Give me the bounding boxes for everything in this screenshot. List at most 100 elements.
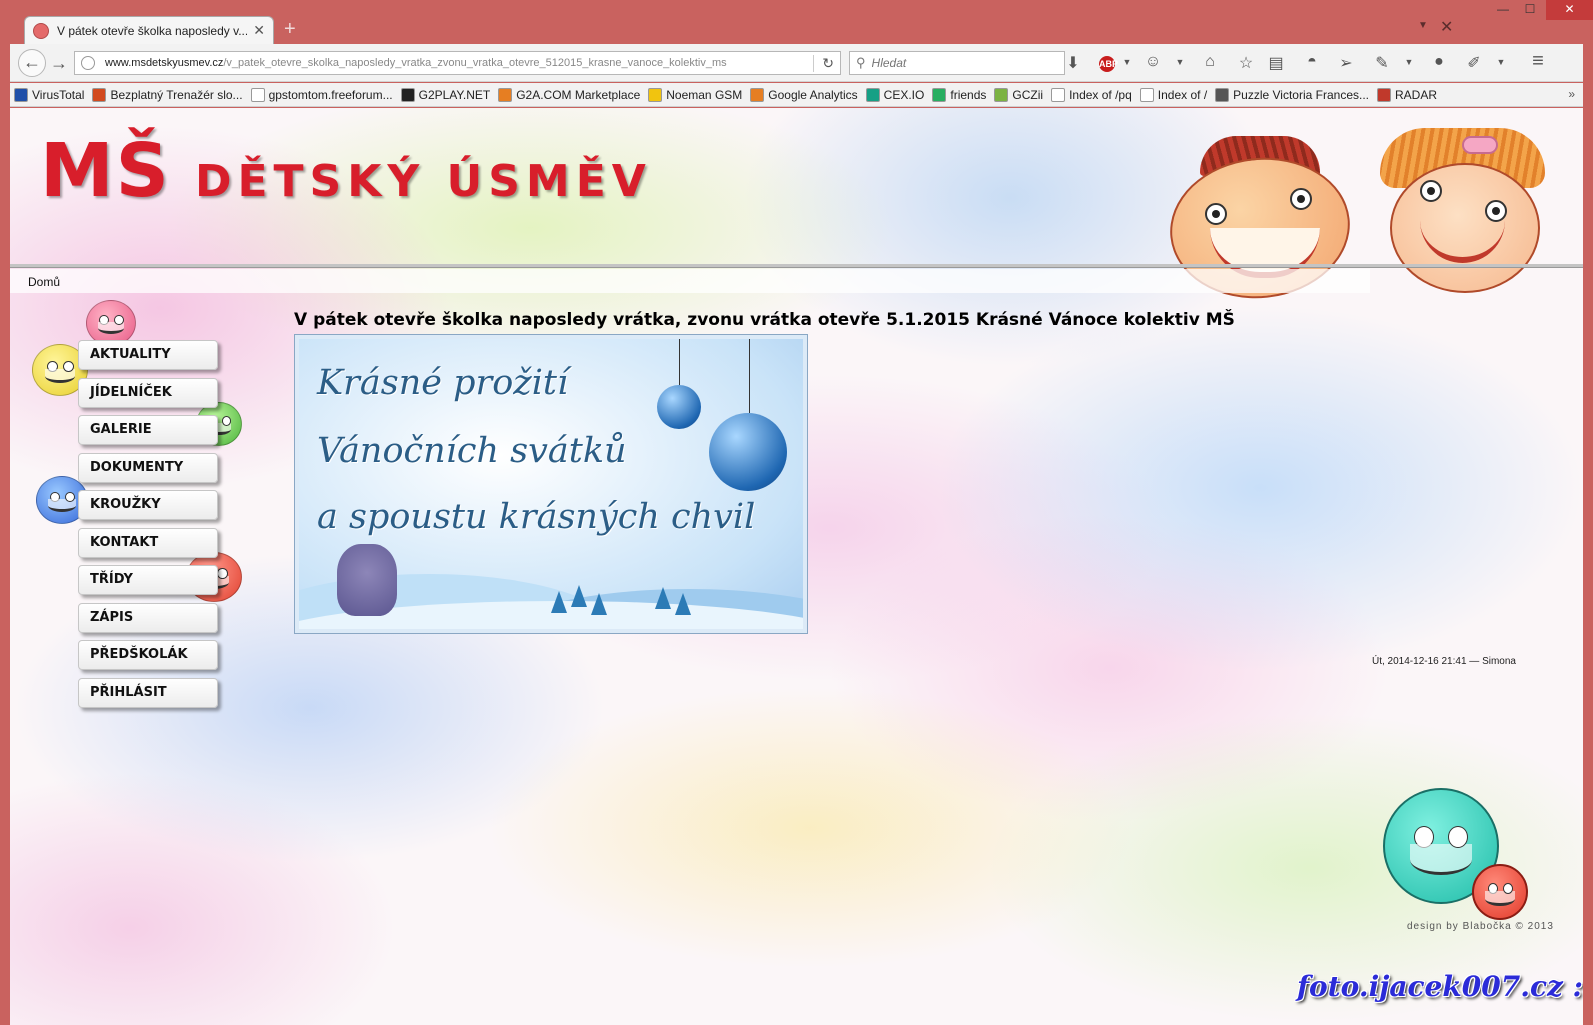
girl-left-eye [1420, 180, 1442, 202]
bookmark-label: Puzzle Victoria Frances... [1233, 87, 1369, 102]
site-identity-icon[interactable] [81, 56, 95, 70]
home-icon[interactable]: ⌂ [1199, 53, 1221, 71]
bookmark-item[interactable]: VirusTotal [14, 87, 84, 102]
tree-icon [551, 591, 567, 613]
menu-item-prihlasit[interactable]: PŘIHLÁSIT [78, 677, 218, 708]
g2a-icon [498, 87, 513, 102]
close-window-icon[interactable]: ✕ [1546, 0, 1593, 20]
pocket-icon[interactable]: ◓ [1301, 53, 1323, 71]
tab-title: V pátek otevře školka naposledy v... [57, 23, 248, 38]
bookmarks-toolbar: VirusTotal Bezplatný Trenažér slo... gpsto… [10, 83, 1583, 107]
bookmark-item[interactable]: gpstomtom.freeforum... [250, 87, 393, 102]
breadcrumb-home-link[interactable]: Domů [28, 275, 60, 289]
side-menu: AKTUALITY JÍDELNÍČEK GALERIE DOKUMENTY K… [78, 340, 248, 715]
bookmark-item[interactable]: friends [932, 87, 987, 102]
addon-tool-icon[interactable]: ✎ [1371, 53, 1393, 73]
radar-icon [1377, 87, 1391, 102]
menu-item-dokumenty[interactable]: DOKUMENTY [78, 452, 218, 483]
virustotal-icon [14, 87, 28, 102]
menu-item-aktuality[interactable]: AKTUALITY [78, 340, 218, 370]
title-bar: V pátek otevře školka naposledy v... ✕ +… [0, 0, 1593, 44]
bookmark-label: friends [950, 87, 987, 102]
back-button[interactable]: ← [18, 49, 46, 77]
close-window-x-icon[interactable]: ✕ [1440, 17, 1453, 37]
header-divider [10, 264, 1583, 268]
card-line-2: Vánočních svátků [317, 431, 627, 471]
trainer-icon [92, 87, 107, 102]
card-line-1: Krásné prožití [317, 363, 569, 403]
article-title: V pátek otevře školka naposledy vrátka, … [294, 310, 1235, 330]
menu-item-tridy[interactable]: TŘÍDY [78, 565, 218, 595]
site-title-ms: MŠ [40, 128, 171, 214]
site-favicon-icon [33, 22, 49, 39]
gczii-icon [994, 87, 1009, 102]
addon-tool-dropdown-icon[interactable]: ▼ [1398, 57, 1420, 67]
page-icon [1139, 87, 1154, 102]
menu-item-predskolak[interactable]: PŘEDŠKOLÁK [78, 640, 218, 670]
addon-face-icon[interactable]: ☺ [1142, 53, 1164, 71]
girl-bow [1462, 136, 1498, 154]
adblock-dropdown-icon[interactable]: ▼ [1116, 57, 1138, 67]
bookmark-item[interactable]: CEX.IO [865, 87, 925, 102]
paint-icon[interactable]: ✐ [1463, 53, 1485, 73]
search-input[interactable] [871, 56, 1052, 70]
card-line-3: a spoustu krásných chvil [317, 497, 756, 537]
addon-dropdown-icon[interactable]: ▼ [1169, 57, 1191, 67]
menu-item-jidelnicek[interactable]: JÍDELNÍČEK [78, 377, 218, 408]
bookmark-item[interactable]: Google Analytics [750, 87, 858, 102]
bookmark-item[interactable]: G2PLAY.NET [400, 87, 491, 102]
bookmark-label: Bezplatný Trenažér slo... [110, 87, 243, 102]
bookmark-item[interactable]: Index of /pq [1051, 87, 1132, 102]
bookmark-label: GCZii [1012, 87, 1044, 102]
list-tabs-icon[interactable]: ▼ [1418, 20, 1428, 31]
browser-tab[interactable]: V pátek otevře školka naposledy v... ✕ [24, 16, 274, 44]
forward-button[interactable]: → [50, 53, 68, 74]
reload-icon[interactable]: ↻ [813, 54, 834, 72]
close-tab-icon[interactable]: ✕ [253, 22, 265, 39]
photo-watermark: foto.ijacek007.cz :-) [1297, 970, 1583, 1003]
post-meta: Út, 2014-12-16 21:41 — Simona [1372, 656, 1516, 667]
bookmark-item[interactable]: GCZii [994, 87, 1044, 102]
bookmark-item[interactable]: Puzzle Victoria Frances... [1215, 87, 1369, 102]
bookmark-item[interactable]: G2A.COM Marketplace [498, 87, 640, 102]
design-credit: design by Blabočka © 2013 [1407, 921, 1554, 932]
url-path: /v_patek_otevre_skolka_naposledy_vratka_… [223, 57, 727, 69]
cex-icon [865, 87, 880, 102]
menu-item-krouzky[interactable]: KROUŽKY [78, 490, 218, 520]
hamburger-menu-icon[interactable]: ≡ [1527, 50, 1549, 73]
ornament-string [749, 339, 750, 413]
tree-icon [571, 585, 587, 607]
download-icon[interactable]: ⬇ [1062, 53, 1084, 73]
site-logo[interactable]: MŠ DĚTSKÝ ÚSMĚV [40, 128, 652, 214]
red-smiley-icon [1472, 864, 1528, 920]
new-tab-button[interactable]: + [284, 18, 296, 41]
adblock-icon[interactable]: ABP [1099, 56, 1118, 72]
g2play-icon [400, 87, 415, 102]
bookmark-item[interactable]: Bezplatný Trenažér slo... [92, 87, 243, 102]
bookmarks-overflow-icon[interactable]: » [1568, 87, 1575, 101]
bookmark-label: G2PLAY.NET [418, 87, 491, 102]
ornament-string [679, 339, 680, 387]
tree-icon [675, 593, 691, 615]
send-icon[interactable]: ➢ [1335, 53, 1357, 73]
url-bar[interactable]: www.msdetskyusmev.cz/v_patek_otevre_skol… [74, 51, 841, 75]
bookmark-item[interactable]: Noeman GSM [648, 87, 742, 102]
bookmark-item[interactable]: RADAR [1377, 87, 1437, 102]
menu-item-kontakt[interactable]: KONTAKT [78, 527, 218, 558]
small-ornament-icon [657, 385, 701, 429]
menu-item-zapis[interactable]: ZÁPIS [78, 602, 218, 633]
search-bar[interactable]: ⚲ [849, 51, 1065, 75]
paint-dropdown-icon[interactable]: ▼ [1490, 57, 1512, 67]
bookmark-star-icon[interactable]: ☆ [1235, 53, 1257, 73]
bookmark-label: CEX.IO [883, 87, 925, 102]
site-title-name: DĚTSKÝ ÚSMĚV [194, 156, 652, 207]
url-text[interactable]: www.msdetskyusmev.cz/v_patek_otevre_skol… [105, 57, 813, 69]
christmas-card-image: Krásné prožití Vánočních svátků a spoust… [294, 334, 808, 634]
menu-item-galerie[interactable]: GALERIE [78, 415, 218, 445]
chat-icon[interactable]: ● [1428, 53, 1450, 71]
breadcrumb-bar [10, 269, 1370, 293]
bookmark-item[interactable]: Index of / [1139, 87, 1207, 102]
bookmark-label: Index of /pq [1069, 87, 1132, 102]
boy-right-eye [1290, 188, 1312, 210]
bookmarks-menu-icon[interactable]: ▤ [1265, 53, 1287, 73]
